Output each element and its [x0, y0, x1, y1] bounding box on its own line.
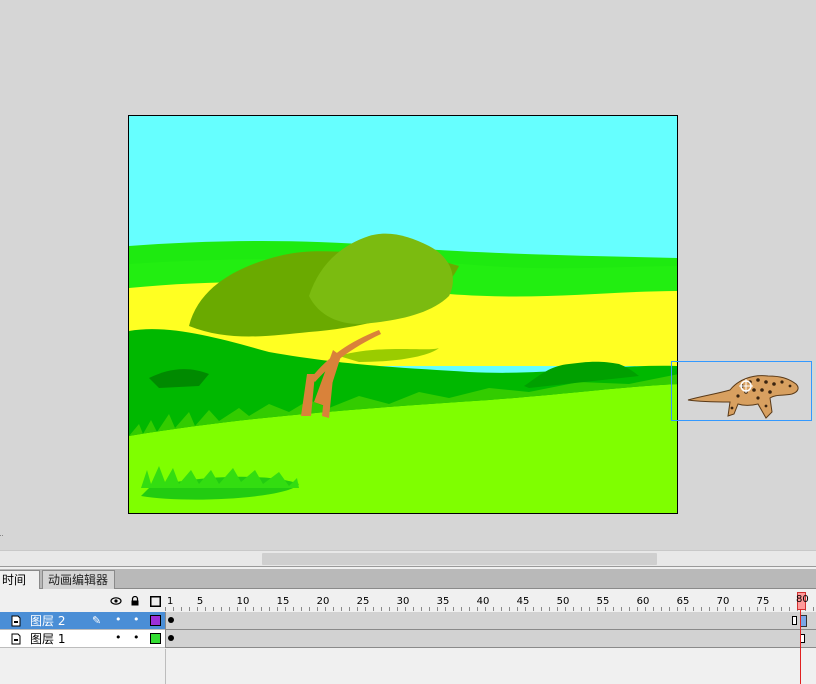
layer-label: 图层 2	[30, 614, 66, 628]
tab-motion-editor[interactable]: 动画编辑器	[42, 570, 115, 589]
lock-icon[interactable]	[130, 595, 140, 609]
frame-ticks	[165, 607, 816, 611]
frame-label: 15	[276, 596, 290, 607]
frame-label: 25	[356, 596, 370, 607]
playhead-line	[800, 609, 801, 684]
frame-label: 70	[716, 596, 730, 607]
panel-tab-bar: 时间轴 动画编辑器	[0, 569, 816, 605]
timeline-empty-area	[0, 649, 816, 684]
current-keyframe[interactable]	[800, 615, 807, 627]
stage-horizontal-scrollbar[interactable]	[0, 550, 816, 566]
frame-label: 10	[236, 596, 250, 607]
outline-color-swatch[interactable]	[150, 615, 161, 626]
frame-label: 1	[167, 596, 174, 607]
lock-dot[interactable]: •	[133, 632, 140, 644]
layer-1-frames[interactable]	[165, 630, 816, 648]
pasteboard	[0, 0, 816, 550]
frame-label: 65	[676, 596, 690, 607]
timeline-panel: 时间轴 动画编辑器 1 5 10 15 20 25 30 35 40 45 50…	[0, 566, 816, 684]
frame-label: 40	[476, 596, 490, 607]
frame-label: 75	[756, 596, 770, 607]
layer-icon	[11, 615, 21, 627]
eye-icon[interactable]	[110, 596, 122, 609]
layer-icon	[11, 633, 21, 645]
stage-canvas[interactable]	[128, 115, 678, 514]
keyframe[interactable]	[168, 617, 174, 623]
current-frame-label: 80	[796, 594, 809, 605]
end-frame[interactable]	[792, 616, 797, 625]
frame-label: 45	[516, 596, 530, 607]
frame-label: 50	[556, 596, 570, 607]
playhead[interactable]: 80	[796, 592, 809, 610]
frame-label: 5	[196, 596, 204, 607]
layer-row-2[interactable]: 图层 2 ✎ • •	[0, 612, 816, 630]
visibility-dot[interactable]: •	[115, 614, 122, 626]
timeline-header: 1 5 10 15 20 25 30 35 40 45 50 55 60 65 …	[0, 589, 816, 611]
frame-ruler[interactable]: 1 5 10 15 20 25 30 35 40 45 50 55 60 65 …	[165, 589, 816, 611]
frame-label: 30	[396, 596, 410, 607]
registration-point-icon	[739, 379, 753, 393]
pencil-icon: ✎	[92, 614, 102, 627]
frame-label: 60	[636, 596, 650, 607]
layer-2-frames[interactable]	[165, 612, 816, 630]
layer-label: 图层 1	[30, 632, 66, 646]
outline-icon[interactable]	[150, 596, 161, 610]
layer-row-1[interactable]: 图层 1 • •	[0, 630, 816, 648]
lock-dot[interactable]: •	[133, 614, 140, 626]
frame-label: 55	[596, 596, 610, 607]
tab-timeline[interactable]: 时间轴	[0, 570, 40, 605]
keyframe[interactable]	[168, 635, 174, 641]
scrollbar-thumb[interactable]	[262, 553, 657, 565]
outline-color-swatch[interactable]	[150, 633, 161, 644]
frame-label: 35	[436, 596, 450, 607]
visibility-dot[interactable]: •	[115, 632, 122, 644]
savanna-scene-artwork	[129, 116, 677, 513]
layer-name-cell[interactable]: 图层 2 ✎ • •	[0, 612, 165, 630]
layer-column-divider	[165, 649, 166, 684]
frame-label: 20	[316, 596, 330, 607]
layer-name-cell[interactable]: 图层 1 • •	[0, 630, 165, 648]
pasteboard-edge-mark	[0, 535, 3, 538]
